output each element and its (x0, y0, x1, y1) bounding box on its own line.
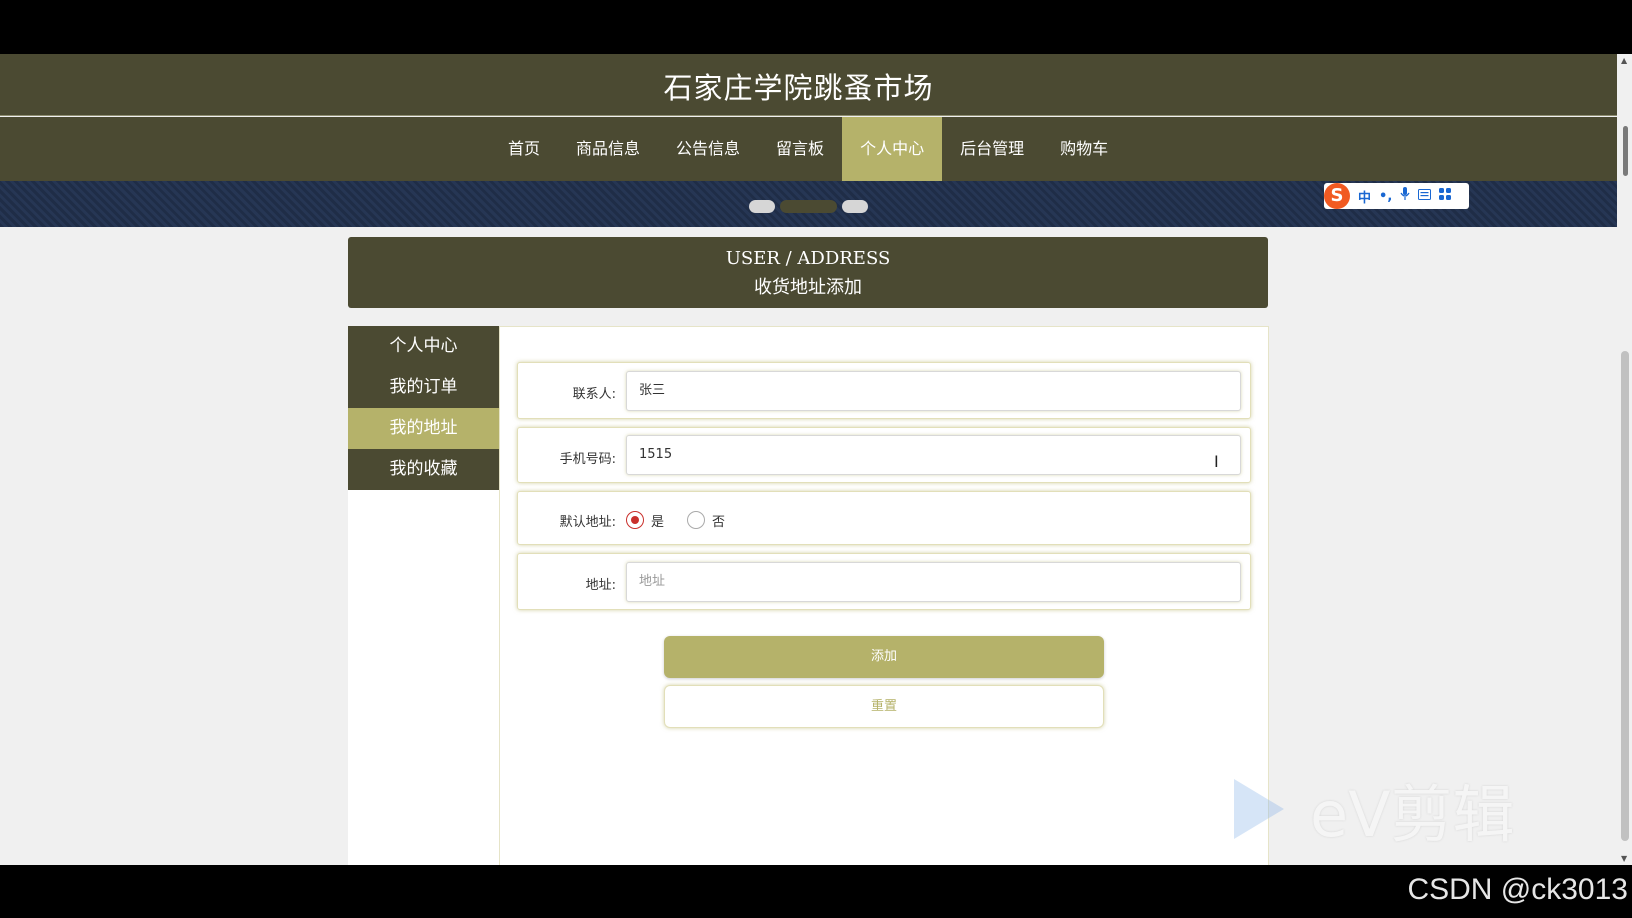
nav-item-admin[interactable]: 后台管理 (942, 117, 1042, 181)
mic-icon[interactable] (1400, 187, 1410, 205)
contact-input[interactable]: 张三 (626, 371, 1241, 411)
screen-bottom-bar: CSDN @ck3013 (0, 865, 1632, 918)
default-address-row: 默认地址: 是 否 (517, 491, 1251, 545)
radio-no-label[interactable]: 否 (712, 511, 725, 530)
carousel-dot-1[interactable] (749, 200, 775, 213)
contact-label: 联系人: (572, 387, 616, 402)
vertical-scrollbar[interactable]: ▲ ▼ (1617, 54, 1632, 865)
contact-row: 联系人: 张三 (517, 362, 1251, 419)
page-heading-en: USER / ADDRESS (725, 248, 891, 269)
phone-label: 手机号码: (559, 452, 616, 467)
sidebar-item-my-orders[interactable]: 我的订单 (348, 367, 499, 408)
phone-input[interactable]: 1515 (626, 435, 1241, 475)
radio-no[interactable] (687, 511, 705, 529)
reset-button[interactable]: 重置 (664, 685, 1104, 728)
address-label: 地址: (585, 578, 616, 593)
user-sidebar: 个人中心 我的订单 我的地址 我的收藏 (348, 326, 499, 865)
ime-punctuation[interactable]: •, (1379, 189, 1392, 204)
scroll-thumb[interactable] (1621, 351, 1629, 841)
watermark: eV剪辑 (1234, 774, 1515, 851)
phone-row: 手机号码: 1515 (517, 427, 1251, 483)
address-form-panel: 联系人: 张三 手机号码: 1515 I 默认地址: 是 否 地址: 地址 添加… (499, 326, 1269, 865)
address-row: 地址: 地址 (517, 553, 1251, 610)
watermark-text: eV剪辑 (1310, 778, 1515, 851)
browser-viewport: 石家庄学院跳蚤市场 首页 商品信息 公告信息 留言板 个人中心 后台管理 购物车… (0, 54, 1632, 865)
ime-toolbar: S 中 •, (1324, 183, 1469, 209)
play-logo-icon (1234, 779, 1284, 839)
scroll-up-icon[interactable]: ▲ (1621, 56, 1627, 65)
add-button[interactable]: 添加 (664, 636, 1104, 678)
radio-yes-label[interactable]: 是 (651, 511, 664, 530)
ime-chinese-mode[interactable]: 中 (1358, 187, 1371, 206)
scroll-down-icon[interactable]: ▼ (1621, 854, 1627, 863)
keyboard-icon[interactable] (1418, 188, 1432, 204)
scroll-thumb-indicator (1623, 126, 1628, 176)
grid-icon[interactable] (1439, 188, 1452, 204)
nav-item-message-board[interactable]: 留言板 (758, 117, 842, 181)
nav-item-cart[interactable]: 购物车 (1042, 117, 1126, 181)
carousel-dot-2-active[interactable] (780, 200, 837, 213)
carousel-dot-3[interactable] (842, 200, 868, 213)
sogou-logo-icon[interactable]: S (1324, 183, 1350, 209)
radio-yes[interactable] (626, 511, 644, 529)
address-input[interactable]: 地址 (626, 562, 1241, 602)
banner-carousel: S 中 •, (0, 181, 1617, 227)
sidebar-item-my-favorites[interactable]: 我的收藏 (348, 449, 499, 490)
csdn-credit: CSDN @ck3013 (1407, 873, 1628, 906)
main-nav: 首页 商品信息 公告信息 留言板 个人中心 后台管理 购物车 (0, 117, 1617, 181)
page-heading-cn: 收货地址添加 (754, 277, 862, 298)
sidebar-item-personal-center[interactable]: 个人中心 (348, 326, 499, 367)
nav-list: 首页 商品信息 公告信息 留言板 个人中心 后台管理 购物车 (490, 117, 1126, 181)
nav-item-personal-center[interactable]: 个人中心 (842, 117, 943, 181)
nav-item-home[interactable]: 首页 (490, 117, 558, 181)
text-cursor-icon: I (1214, 452, 1219, 471)
nav-item-products[interactable]: 商品信息 (558, 117, 658, 181)
nav-item-announcements[interactable]: 公告信息 (658, 117, 758, 181)
page-heading: USER / ADDRESS 收货地址添加 (348, 237, 1268, 308)
default-address-label: 默认地址: (559, 515, 616, 530)
screen-top-bar (0, 0, 1632, 54)
site-header: 石家庄学院跳蚤市场 (0, 54, 1617, 116)
site-title: 石家庄学院跳蚤市场 (663, 71, 934, 105)
sidebar-item-my-address[interactable]: 我的地址 (348, 408, 499, 449)
